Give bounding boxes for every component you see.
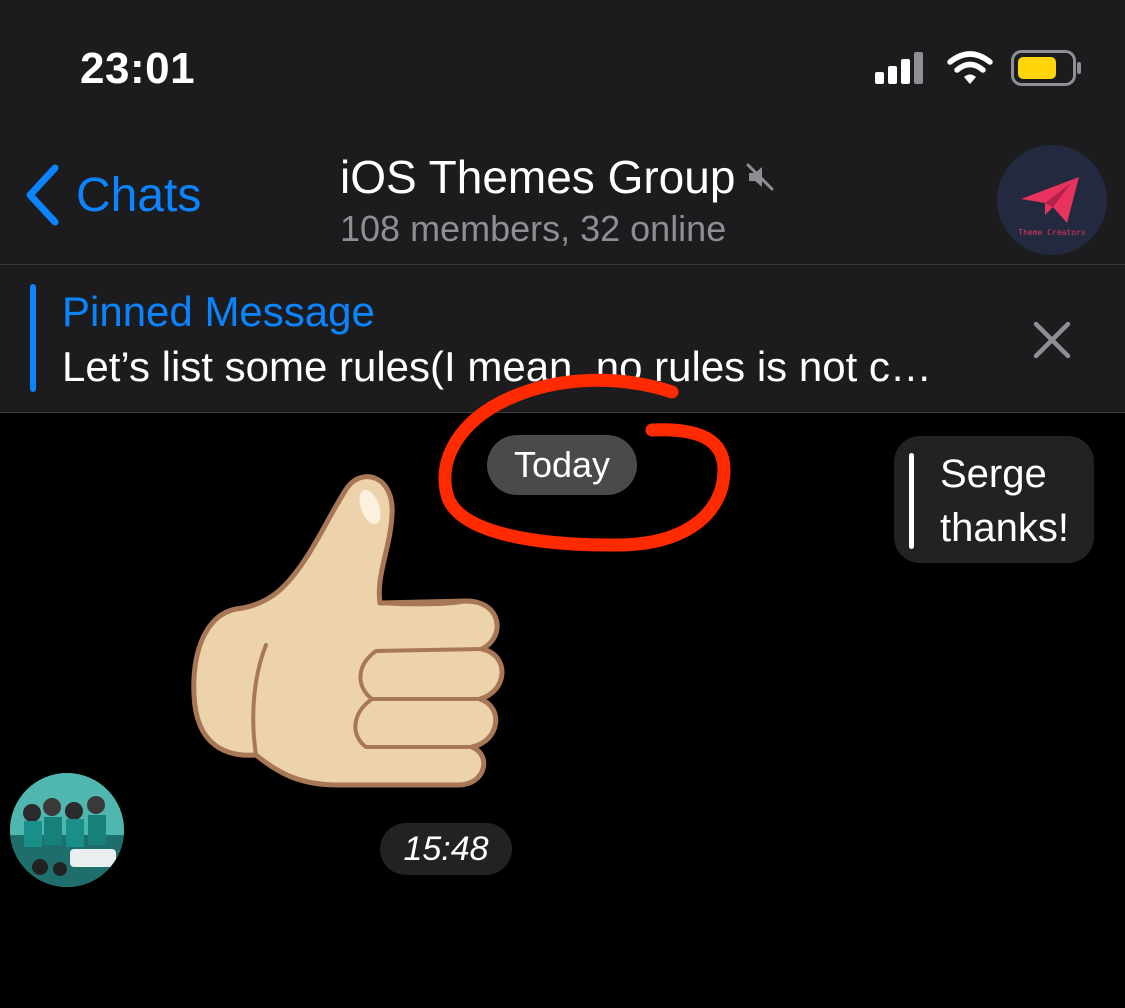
- pinned-title[interactable]: Pinned Message: [62, 288, 375, 336]
- sender-avatar[interactable]: [10, 773, 124, 887]
- chevron-left-icon: [26, 164, 59, 226]
- status-time: 23:01: [80, 44, 196, 93]
- group-subtitle: 108 members, 32 online: [340, 208, 727, 249]
- back-button-label: Chats: [76, 168, 202, 222]
- close-icon[interactable]: [1030, 318, 1074, 362]
- reply-author: Serge: [940, 452, 1047, 496]
- status-icons: [875, 50, 1083, 86]
- battery-icon: [1011, 50, 1081, 86]
- speaker-muted-icon: [746, 163, 774, 191]
- pinned-text[interactable]: Let’s list some rules(I mean, no rules i…: [62, 343, 932, 391]
- group-title: iOS Themes Group: [340, 151, 736, 203]
- team-photo-icon: [10, 773, 124, 887]
- message-time: 15:48: [380, 823, 512, 875]
- back-button[interactable]: Chats: [22, 160, 201, 230]
- pinned-indicator: [30, 284, 36, 392]
- paper-plane-icon: [1021, 177, 1079, 223]
- cellular-signal-icon: [875, 52, 923, 84]
- pinned-divider: [0, 412, 1125, 413]
- reply-text: thanks!: [940, 506, 1069, 550]
- reply-bar: [909, 453, 914, 549]
- reply-bubble[interactable]: Serge thanks!: [894, 436, 1094, 563]
- group-avatar[interactable]: Theme Creators: [997, 145, 1107, 255]
- wifi-icon: [947, 51, 993, 84]
- thumbs-up-sticker[interactable]: [180, 455, 520, 795]
- chat-title-area[interactable]: iOS Themes Group 108 members, 32 online: [340, 150, 775, 250]
- avatar-caption: Theme Creators: [1018, 228, 1086, 237]
- header-divider: [0, 264, 1125, 265]
